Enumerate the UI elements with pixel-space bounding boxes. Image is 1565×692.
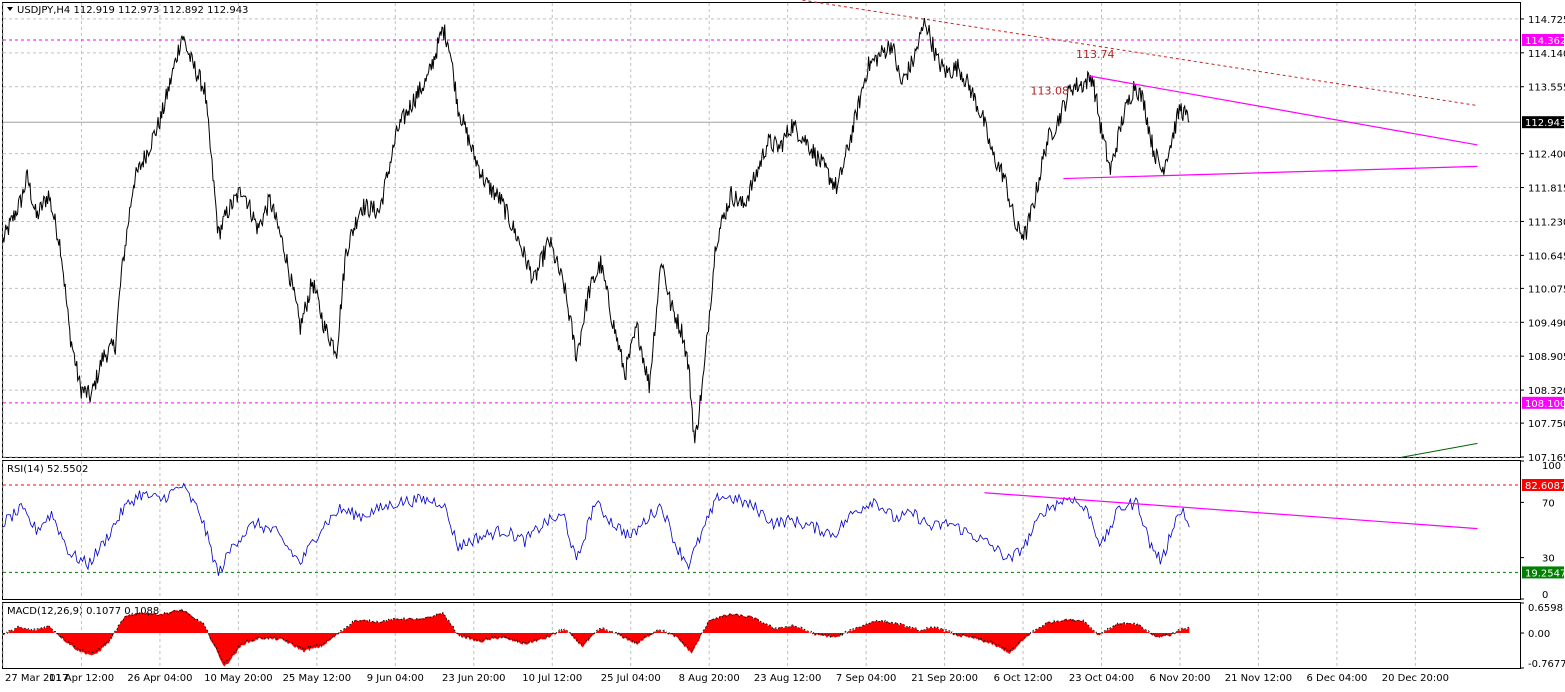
rsi-trend-line [984, 492, 1478, 530]
x-tick-label: 9 Jun 04:00 [367, 673, 424, 684]
x-tick-label: 23 Oct 04:00 [1069, 673, 1134, 684]
price-annotation: 113.74 [1076, 48, 1115, 61]
chart-svg: USDJPY,H4 112.919 112.973 112.892 112.94… [2, 0, 1565, 684]
x-tick-label: 10 Jul 12:00 [522, 673, 582, 684]
rsi-y-tick-label: 100 [1542, 461, 1561, 472]
x-tick-label: 8 Aug 20:00 [679, 673, 740, 684]
level-layer: 114.362 108.100 112.943 82.6087 19.2547 [3, 33, 1565, 579]
x-tick-label: 25 May 12:00 [283, 673, 352, 684]
green-trend-line [1401, 442, 1478, 458]
x-tick-label: 21 Nov 12:00 [1225, 673, 1292, 684]
price-annotation: 113.08 [1030, 85, 1069, 98]
y-tick-label: 110.075 [1528, 284, 1565, 295]
x-tick-label: 6 Nov 20:00 [1149, 673, 1210, 684]
x-tick-label: 7 Sep 04:00 [836, 673, 896, 684]
y-tick-label: 112.400 [1528, 150, 1565, 161]
price-pane-frame [2, 2, 1521, 458]
rsi-level-label: 19.2547 [1525, 568, 1565, 579]
y-tick-label: 107.750 [1528, 419, 1565, 430]
svg-text:USDJPY,H4 112.919 112.973 112: USDJPY,H4 112.919 112.973 112.892 112.94… [17, 5, 248, 16]
x-tick-label: 26 Apr 04:00 [127, 673, 192, 684]
series-layer [2, 18, 1190, 667]
annotation-layer: 113.74 113.08 [1030, 48, 1114, 98]
macd-y-tick-label: 0.6598 [1528, 603, 1563, 614]
y-tick-label: 110.645 [1528, 251, 1565, 262]
x-tick-label: 6 Oct 12:00 [994, 673, 1053, 684]
y-tick-label: 108.905 [1528, 352, 1565, 363]
x-tick-label: 21 Sep 20:00 [911, 673, 978, 684]
chart-window: USDJPY,H4 112.919 112.973 112.892 112.94… [0, 0, 1565, 688]
rsi-title: RSI(14) 52.5502 [7, 464, 88, 475]
y-tick-label: 109.490 [1528, 318, 1565, 329]
rsi-y-tick-label: 70 [1542, 498, 1555, 509]
rsi-y-tick-label: 0 [1542, 590, 1548, 601]
axis-layer: 27 Mar 201711 Apr 12:00 26 Apr 04:00 10 Ma… [5, 15, 1565, 684]
trend-layer [802, 0, 1478, 530]
rsi-pane-frame [2, 460, 1521, 600]
y-tick-label: 111.230 [1528, 217, 1565, 228]
y-tick-label: 114.140 [1528, 49, 1565, 60]
rsi-y-tick-label: 30 [1542, 554, 1555, 565]
x-tick-label: 11 Apr 12:00 [49, 673, 114, 684]
x-tick-label: 6 Dec 04:00 [1306, 673, 1367, 684]
macd-histogram-area [3, 608, 1190, 667]
macd-y-tick-label: 0.00 [1528, 629, 1550, 640]
price-series-line [2, 18, 1190, 444]
y-tick-label: 114.725 [1528, 15, 1565, 26]
price-level-label: 108.100 [1525, 399, 1565, 410]
x-tick-label: 10 May 20:00 [204, 673, 273, 684]
macd-y-tick-label: -0.7677 [1528, 659, 1565, 670]
y-tick-label: 108.320 [1528, 386, 1565, 397]
x-tick-label: 23 Aug 12:00 [754, 673, 821, 684]
rsi-level-label: 82.6087 [1525, 481, 1565, 492]
rsi-series-line [2, 482, 1190, 576]
price-title: USDJPY,H4 112.919 112.973 112.892 112.94… [7, 5, 248, 16]
x-tick-label: 23 Jun 20:00 [442, 673, 506, 684]
y-tick-label: 111.815 [1528, 184, 1565, 195]
x-tick-label: 20 Dec 20:00 [1382, 673, 1449, 684]
y-tick-label: 113.555 [1528, 83, 1565, 94]
grid-layer [2, 3, 1520, 668]
current-price-label: 112.943 [1525, 118, 1565, 129]
price-level-label: 114.362 [1525, 36, 1565, 47]
x-tick-label: 25 Jul 04:00 [601, 673, 661, 684]
